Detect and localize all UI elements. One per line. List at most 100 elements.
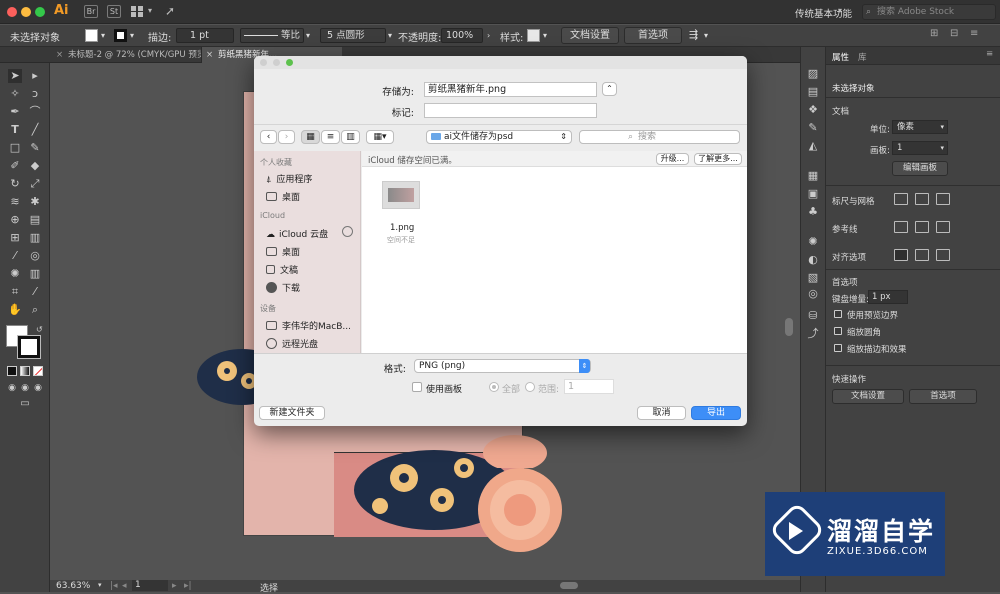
stroke-profile-select[interactable]: 等比 [240, 28, 304, 43]
new-folder-button[interactable]: 新建文件夹 [259, 406, 325, 420]
search-field[interactable]: ⌕ 搜索 [579, 130, 740, 144]
close-window-button[interactable] [7, 7, 17, 17]
symbol-sprayer-tool-icon[interactable]: ✺ [8, 267, 22, 281]
range-input[interactable]: 1 [564, 379, 614, 394]
save-as-input[interactable]: 剪纸黑猪新年.png [424, 82, 597, 97]
file-name[interactable]: 1.png [390, 223, 414, 233]
brush-select[interactable]: 5 点圆形 [320, 28, 386, 43]
curvature-tool-icon[interactable]: ⌒ [28, 105, 42, 119]
sidebar-item-remote-disc[interactable]: 远程光盘 [266, 337, 318, 350]
zoom-level[interactable]: 63.63% [56, 581, 90, 591]
artboard-select[interactable]: 1 ▾ [892, 141, 948, 155]
direct-selection-tool-icon[interactable]: ▸ [28, 69, 42, 83]
layers-panel-icon[interactable]: ♣ [806, 205, 820, 219]
magic-wand-tool-icon[interactable]: ✧ [8, 87, 22, 101]
quick-document-setup-button[interactable]: 文档设置 [832, 389, 904, 404]
tags-input[interactable] [424, 103, 597, 118]
type-tool-icon[interactable]: T [8, 123, 22, 137]
chevron-right-icon[interactable]: › [487, 31, 490, 40]
chevron-down-icon[interactable]: ▾ [101, 31, 105, 40]
align-to-key-object-icon[interactable] [915, 249, 929, 261]
stock-search-input[interactable]: ⌕ 搜索 Adobe Stock [862, 4, 996, 20]
list-view-button[interactable]: ≡ [321, 130, 340, 144]
export-panel-icon[interactable]: ⤴ [806, 327, 820, 341]
shape-builder-tool-icon[interactable]: ⊕ [8, 213, 22, 227]
hand-tool-icon[interactable]: ✋ [8, 303, 22, 317]
zoom-dialog-button[interactable] [286, 59, 293, 66]
export-button[interactable]: 导出 [691, 406, 741, 420]
pathfinder-icon[interactable]: ⛁ [806, 309, 820, 323]
align-to-selection-icon[interactable] [894, 249, 908, 261]
tab-properties[interactable]: 属性 [832, 51, 849, 63]
lock-guides-icon[interactable] [915, 221, 929, 233]
cancel-button[interactable]: 取消 [637, 406, 686, 420]
graphic-styles-icon[interactable]: ▦ [806, 169, 820, 183]
preferences-button[interactable]: 首选项 [624, 27, 682, 44]
vertical-scroll-thumb[interactable] [785, 318, 793, 336]
stroke-panel-icon[interactable]: ✺ [806, 235, 820, 249]
first-artboard-icon[interactable]: |◂ [110, 581, 118, 591]
sidebar-item-icloud-desktop[interactable]: 桌面 [266, 245, 300, 258]
upgrade-button[interactable]: 升级... [656, 153, 689, 165]
panel-menu-icon[interactable]: ≡ [986, 49, 993, 59]
forward-button[interactable]: › [278, 130, 295, 144]
transparency-icon[interactable]: ▧ [806, 271, 820, 285]
sidebar-item-downloads[interactable]: 下载 [266, 281, 300, 294]
bridge-icon[interactable]: Br [84, 5, 98, 18]
prev-artboard-icon[interactable]: ◂ [122, 581, 127, 591]
chevron-down-icon[interactable]: ▾ [543, 31, 547, 40]
minimize-window-button[interactable] [21, 7, 31, 17]
perspective-grid-tool-icon[interactable]: ▤ [28, 213, 42, 227]
sidebar-item-macbook[interactable]: 李伟华的MacB... [266, 319, 351, 332]
graph-tool-icon[interactable]: ▥ [28, 267, 42, 281]
draw-behind-icon[interactable]: ◉ [18, 381, 32, 395]
sidebar-item-desktop[interactable]: 桌面 [266, 190, 300, 203]
align-icon[interactable]: ⊞ [930, 28, 938, 39]
paintbrush-tool-icon[interactable]: ✎ [28, 141, 42, 155]
rulers-icon[interactable] [894, 193, 908, 205]
blend-tool-icon[interactable]: ◎ [28, 249, 42, 263]
style-swatch[interactable] [527, 29, 540, 42]
layers-icon[interactable] [806, 289, 820, 303]
draw-normal-icon[interactable]: ◉ [5, 381, 19, 395]
sidebar-item-documents[interactable]: 文稿 [266, 263, 298, 276]
close-tab-icon[interactable]: × [56, 47, 63, 63]
document-setup-button[interactable]: 文档设置 [561, 27, 619, 44]
color-panel-icon[interactable]: ▨ [806, 67, 820, 81]
color-guide-icon[interactable]: ▤ [806, 85, 820, 99]
gradient-panel-icon[interactable]: ◐ [806, 253, 820, 267]
zoom-tool-icon[interactable]: ⌕ [28, 303, 42, 317]
none-mode-icon[interactable] [33, 366, 43, 376]
chevron-down-icon[interactable]: ▾ [704, 31, 708, 40]
show-guides-icon[interactable] [894, 221, 908, 233]
artboard-number-field[interactable]: 1 [132, 580, 168, 591]
close-dialog-button[interactable] [260, 59, 267, 66]
color-mode-icon[interactable] [7, 366, 17, 376]
transform-icon[interactable]: ⊟ [950, 28, 958, 39]
appearance-icon[interactable]: ▣ [806, 187, 820, 201]
artboard-tool-icon[interactable]: ⌗ [8, 285, 22, 299]
rectangle-tool-icon[interactable]: □ [8, 141, 22, 155]
back-button[interactable]: ‹ [260, 130, 277, 144]
chevron-down-icon[interactable]: ▾ [130, 31, 134, 40]
keyboard-increment-field[interactable]: 1 px [868, 290, 908, 304]
arrange-icon[interactable]: ⇶ [689, 28, 698, 41]
collapse-dialog-button[interactable]: ⌃ [602, 82, 617, 96]
slice-tool-icon[interactable]: ⁄ [28, 285, 42, 299]
location-select[interactable]: ai文件储存为psd ⇕ [426, 130, 572, 144]
chevron-down-icon[interactable]: ▾ [306, 31, 310, 40]
column-view-button[interactable]: ▥ [341, 130, 360, 144]
scale-tool-icon[interactable]: ⤢ [28, 177, 42, 191]
transparency-grid-icon[interactable] [936, 193, 950, 205]
rotate-tool-icon[interactable]: ↻ [8, 177, 22, 191]
draw-inside-icon[interactable]: ◉ [31, 381, 45, 395]
selection-tool-icon[interactable]: ➤ [8, 69, 22, 83]
group-by-button[interactable]: ▦▾ [366, 130, 394, 144]
icon-view-button[interactable]: ▦ [301, 130, 320, 144]
gpu-performance-icon[interactable]: ➚ [165, 4, 175, 18]
chevron-down-icon[interactable]: ▾ [98, 581, 102, 589]
smart-guides-icon[interactable] [936, 221, 950, 233]
file-thumbnail[interactable] [382, 181, 420, 209]
eyedropper-tool-icon[interactable]: ⁄ [8, 249, 22, 263]
puppet-warp-tool-icon[interactable]: ✱ [28, 195, 42, 209]
